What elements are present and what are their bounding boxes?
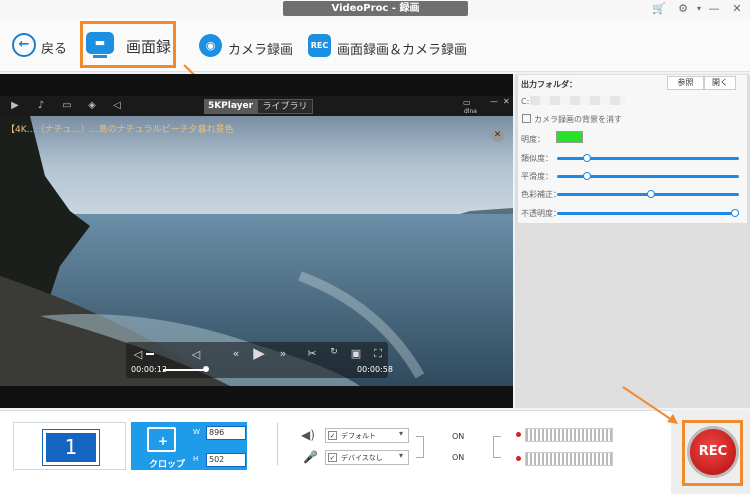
screen-record-label: 画面録 bbox=[126, 38, 172, 56]
slider-knob[interactable] bbox=[731, 209, 739, 217]
crop-label: クロップ bbox=[149, 460, 186, 470]
crop-plus: + bbox=[158, 434, 169, 448]
close-button[interactable]: ✕ bbox=[730, 2, 744, 16]
videoproc-window: VideoProc - 録画 🛒 ⚙ ▾ — ✕ ← 戻る ▬ 画面録 ◉ カメ… bbox=[0, 0, 750, 494]
play-icon[interactable]: ▶ bbox=[251, 344, 267, 362]
slider-knob[interactable] bbox=[647, 190, 655, 198]
microphone-icon[interactable]: 🎤 bbox=[303, 450, 318, 464]
rec-button[interactable]: REC bbox=[687, 426, 739, 478]
slider-knob[interactable] bbox=[583, 154, 591, 162]
video-icon[interactable]: ▶ bbox=[8, 99, 22, 113]
system-audio-value: デフォルト bbox=[341, 432, 376, 440]
layers-icon[interactable]: ◈ bbox=[85, 99, 99, 113]
height-input[interactable]: 502 bbox=[206, 453, 246, 467]
volume-slider[interactable] bbox=[146, 353, 154, 355]
screen-record-icon: ▬ bbox=[86, 32, 114, 54]
microphone-checkbox[interactable]: ✓ bbox=[328, 453, 337, 462]
gear-icon[interactable]: ⚙ bbox=[676, 2, 690, 16]
slider-label: 不透明度： bbox=[521, 209, 561, 218]
slider-label: 類似度： bbox=[521, 154, 553, 163]
brightness-label: 明度： bbox=[521, 135, 545, 144]
mute-icon[interactable]: ◁ bbox=[130, 348, 146, 361]
output-path: C: bbox=[521, 97, 530, 106]
snapshot-icon[interactable]: ▣ bbox=[348, 347, 364, 360]
level-indicator-dot bbox=[516, 432, 521, 437]
h-label: H bbox=[193, 455, 199, 463]
system-audio-checkbox[interactable]: ✓ bbox=[328, 431, 337, 440]
screen-camera-record-button[interactable]: 画面録画＆カメラ録画 bbox=[337, 39, 467, 58]
rewind-icon[interactable]: « bbox=[228, 347, 244, 360]
forward-icon[interactable]: » bbox=[275, 347, 291, 360]
speaker-icon[interactable]: ◀) bbox=[301, 428, 315, 442]
progress-bar[interactable] bbox=[163, 369, 206, 371]
chevron-down-icon[interactable]: ▾ bbox=[399, 451, 403, 460]
tab-library[interactable]: ライブラリ bbox=[257, 99, 313, 114]
system-audio-status: ON bbox=[452, 432, 465, 441]
monitor-stand bbox=[93, 55, 107, 58]
fullscreen-icon[interactable]: ⛶ bbox=[370, 347, 386, 361]
bracket-left bbox=[416, 436, 424, 458]
progress-knob[interactable] bbox=[203, 366, 209, 372]
output-path-field[interactable] bbox=[530, 96, 626, 105]
cart-icon[interactable]: 🛒 bbox=[652, 2, 666, 16]
microphone-status: ON bbox=[452, 453, 465, 462]
w-label: W bbox=[193, 428, 200, 436]
window-title: VideoProc - 録画 bbox=[283, 1, 468, 16]
width-input[interactable]: 896 bbox=[206, 426, 246, 440]
player-close-icon[interactable]: ✕ bbox=[503, 97, 510, 106]
slider-label: 色彩補正： bbox=[521, 190, 561, 199]
browse-button[interactable]: 参照 bbox=[667, 76, 704, 90]
bracket-right bbox=[493, 436, 501, 458]
airplay-icon[interactable]: ▭ bbox=[463, 98, 471, 107]
speaker-icon[interactable]: ◁ bbox=[188, 348, 204, 361]
end-time: 00:00:58 bbox=[357, 365, 393, 374]
open-button[interactable]: 開く bbox=[704, 76, 736, 90]
close-video-icon[interactable]: ✕ bbox=[491, 129, 504, 142]
level-indicator-dot bbox=[516, 456, 521, 461]
back-arrow-icon[interactable]: ← bbox=[12, 33, 36, 57]
video-title: 【4K…（ナチュ…）…島のナチュラルビーチ夕暮れ景色 bbox=[6, 125, 234, 135]
output-folder-label: 出力フォルダ： bbox=[521, 80, 577, 89]
camera-icon[interactable]: ◉ bbox=[199, 34, 222, 57]
back-button[interactable]: 戻る bbox=[41, 38, 67, 57]
slider-track[interactable] bbox=[557, 212, 739, 215]
slider-label: 平滑度： bbox=[521, 172, 553, 181]
chevron-down-icon[interactable]: ▾ bbox=[399, 429, 403, 438]
music-icon[interactable]: ♪ bbox=[34, 99, 48, 113]
tutorial-arrow bbox=[622, 386, 678, 424]
volume-icon[interactable]: ◁ bbox=[110, 99, 124, 113]
youtube-icon[interactable]: ▭ bbox=[60, 99, 74, 113]
divider bbox=[277, 423, 278, 465]
dlna-label: dlna bbox=[464, 108, 477, 115]
brightness-color-swatch[interactable] bbox=[556, 131, 583, 143]
erase-bg-label: カメラ録画の背景を消す bbox=[534, 115, 622, 124]
system-audio-meter bbox=[525, 428, 613, 442]
microphone-meter bbox=[525, 452, 613, 466]
cut-icon[interactable]: ✂ bbox=[304, 347, 320, 360]
current-time: 00:00:12 bbox=[131, 365, 167, 374]
microphone-value: デバイスなし bbox=[341, 454, 383, 462]
minimize-button[interactable]: — bbox=[707, 2, 721, 16]
slider-knob[interactable] bbox=[583, 172, 591, 180]
rotate-icon[interactable]: ↻ bbox=[326, 347, 342, 357]
chevron-down-icon[interactable]: ▾ bbox=[692, 2, 706, 16]
erase-bg-checkbox[interactable] bbox=[522, 114, 531, 123]
tab-5kplayer[interactable]: 5KPlayer bbox=[204, 99, 257, 114]
screen-1-button[interactable]: 1 bbox=[42, 429, 100, 466]
rec-icon[interactable]: REC bbox=[308, 34, 331, 57]
camera-record-button[interactable]: カメラ録画 bbox=[228, 39, 293, 58]
player-minimize-icon[interactable]: — bbox=[490, 97, 498, 106]
